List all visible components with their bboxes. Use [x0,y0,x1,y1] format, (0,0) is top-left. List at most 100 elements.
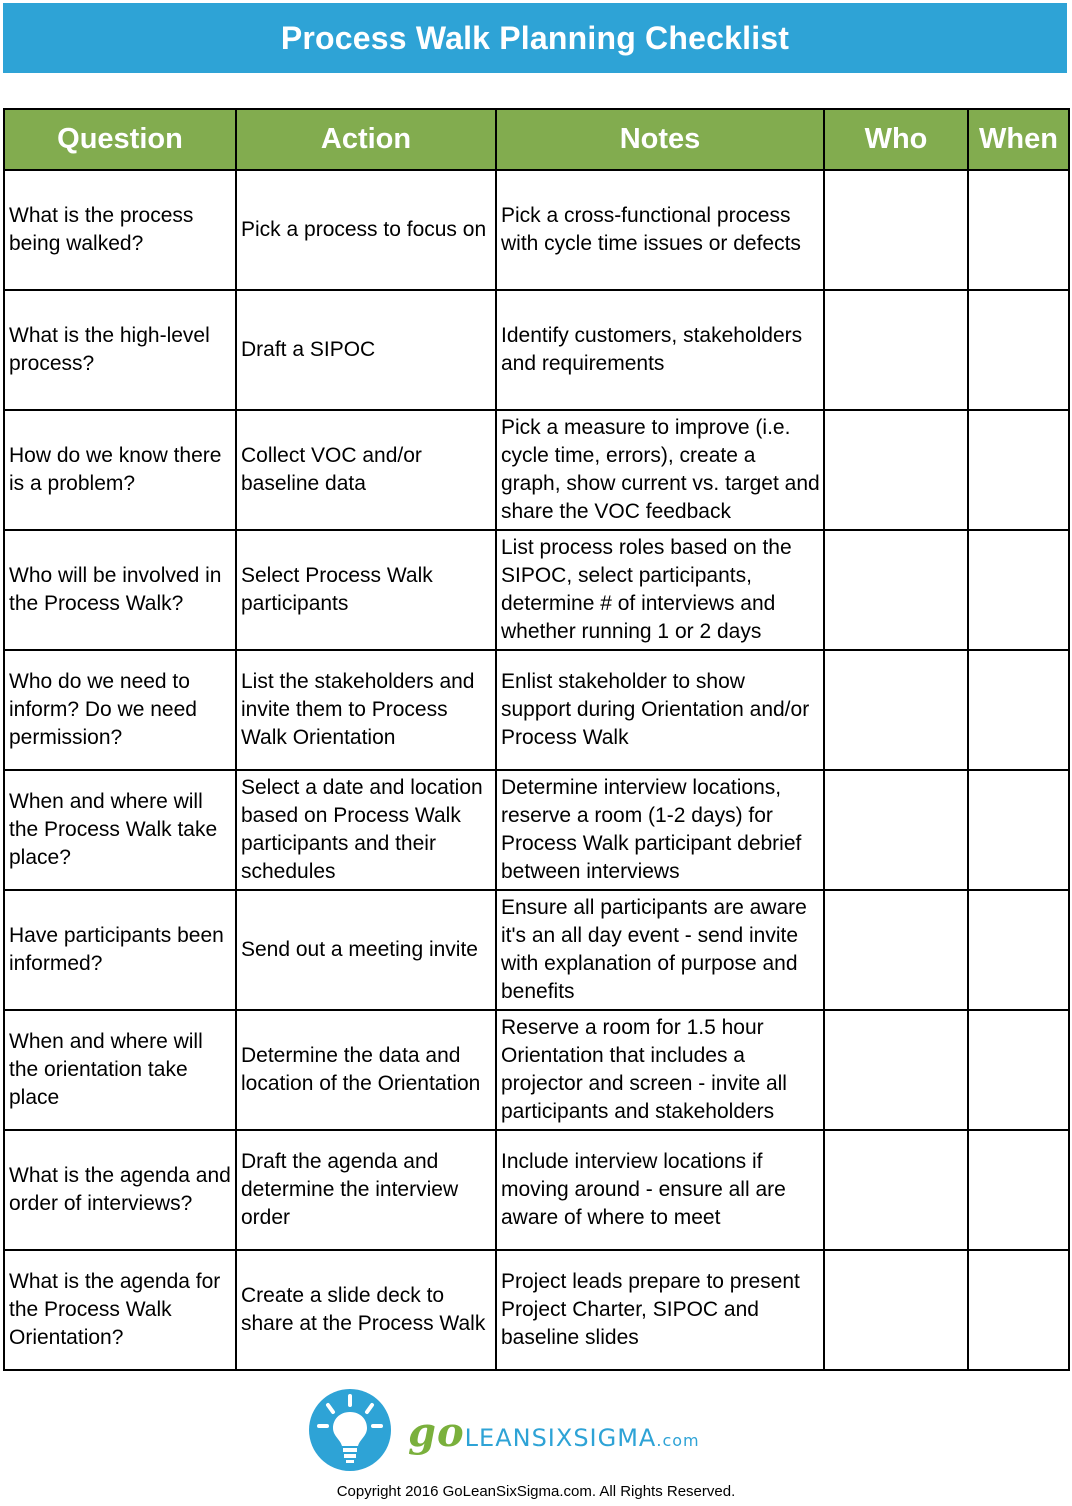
cell-question: What is the process being walked? [3,169,237,291]
question-text: What is the agenda for the Process Walk … [9,1270,221,1349]
table-row: Have participants been informed? Send out… [3,889,1070,1011]
table-row: When and where will the orientation take… [3,1009,1070,1131]
cell-who[interactable] [823,1129,969,1251]
action-text: Send out a meeting invite [241,938,478,961]
notes-text: Pick a measure to improve (i.e. cycle ti… [501,416,820,523]
action-text: Determine the data and location of the O… [241,1044,481,1095]
cell-action: Create a slide deck to share at the Proc… [235,1249,497,1371]
cell-when[interactable] [967,289,1070,411]
action-text: List the stakeholders and invite them to… [241,670,475,749]
table-row: What is the process being walked? Pick a … [3,169,1070,291]
cell-notes: Pick a measure to improve (i.e. cycle ti… [495,409,825,531]
cell-notes: Project leads prepare to present Project… [495,1249,825,1371]
cell-who[interactable] [823,169,969,291]
cell-action: Select Process Walk participants [235,529,497,651]
notes-text: Include interview locations if moving ar… [501,1150,786,1229]
cell-who[interactable] [823,649,969,771]
cell-action: Draft the agenda and determine the inter… [235,1129,497,1251]
header-question: Question [3,108,237,171]
cell-action: Pick a process to focus on [235,169,497,291]
question-text: What is the agenda and order of intervie… [9,1164,231,1215]
notes-text: Project leads prepare to present Project… [501,1270,800,1349]
cell-who[interactable] [823,529,969,651]
brand-wordmark: goLEANSIXSIGMA.com [408,1409,700,1456]
notes-text: Determine interview locations, reserve a… [501,776,802,883]
cell-notes: Determine interview locations, reserve a… [495,769,825,891]
notes-text: Enlist stakeholder to show support durin… [501,670,810,749]
cell-who[interactable] [823,289,969,411]
brand-name: LEANSIXSIGMA [464,1423,657,1452]
notes-text: Ensure all participants are aware it's a… [501,896,807,1003]
notes-text: Pick a cross-functional process with cyc… [501,204,801,255]
table-row: What is the high-level process? Draft a S… [3,289,1070,411]
cell-action: List the stakeholders and invite them to… [235,649,497,771]
table-row: What is the agenda for the Process Walk … [3,1249,1070,1371]
cell-who[interactable] [823,409,969,531]
question-text: Who do we need to inform? Do we need per… [9,670,197,749]
brand-tld: .com [656,1430,700,1450]
brand-logo: goLEANSIXSIGMA.com [308,1388,700,1472]
action-text: Collect VOC and/or baseline data [241,444,422,495]
cell-when[interactable] [967,889,1070,1011]
cell-when[interactable] [967,169,1070,291]
cell-notes: Enlist stakeholder to show support durin… [495,649,825,771]
action-text: Select Process Walk participants [241,564,433,615]
notes-text: Reserve a room for 1.5 hour Orientation … [501,1016,787,1123]
cell-question: What is the agenda and order of intervie… [3,1129,237,1251]
cell-when[interactable] [967,529,1070,651]
table-row: When and where will the Process Walk tak… [3,769,1070,891]
question-text: How do we know there is a problem? [9,444,222,495]
cell-notes: Identify customers, stakeholders and req… [495,289,825,411]
cell-question: When and where will the orientation take… [3,1009,237,1131]
cell-when[interactable] [967,1009,1070,1131]
cell-question: What is the agenda for the Process Walk … [3,1249,237,1371]
header-row: Question Action Notes Who When [3,108,1070,171]
cell-action: Collect VOC and/or baseline data [235,409,497,531]
cell-action: Draft a SIPOC [235,289,497,411]
cell-notes: List process roles based on the SIPOC, s… [495,529,825,651]
action-text: Draft a SIPOC [241,338,376,361]
cell-question: Who do we need to inform? Do we need per… [3,649,237,771]
cell-notes: Include interview locations if moving ar… [495,1129,825,1251]
cell-action: Determine the data and location of the O… [235,1009,497,1131]
brand-go: go [408,1408,465,1456]
cell-action: Send out a meeting invite [235,889,497,1011]
cell-question: How do we know there is a problem? [3,409,237,531]
header-who: Who [823,108,969,171]
cell-when[interactable] [967,1249,1070,1371]
table-row: How do we know there is a problem? Collec… [3,409,1070,531]
title-banner: Process Walk Planning Checklist [3,3,1067,73]
notes-text: List process roles based on the SIPOC, s… [501,536,792,643]
header-notes: Notes [495,108,825,171]
cell-when[interactable] [967,769,1070,891]
cell-question: Have participants been informed? [3,889,237,1011]
table-row: Who do we need to inform? Do we need per… [3,649,1070,771]
question-text: Have participants been informed? [9,924,224,975]
action-text: Draft the agenda and determine the inter… [241,1150,459,1229]
cell-who[interactable] [823,1249,969,1371]
cell-notes: Reserve a room for 1.5 hour Orientation … [495,1009,825,1131]
cell-notes: Ensure all participants are aware it's a… [495,889,825,1011]
lightbulb-icon [309,1389,391,1471]
copyright-text: Copyright 2016 GoLeanSixSigma.com. All R… [336,1483,736,1500]
page-title: Process Walk Planning Checklist [280,19,790,56]
question-text: When and where will the orientation take… [9,1030,203,1109]
cell-notes: Pick a cross-functional process with cyc… [495,169,825,291]
header-when: When [967,108,1070,171]
cell-who[interactable] [823,1009,969,1131]
notes-text: Identify customers, stakeholders and req… [501,324,803,375]
header-action: Action [235,108,497,171]
cell-who[interactable] [823,889,969,1011]
cell-question: When and where will the Process Walk tak… [3,769,237,891]
cell-when[interactable] [967,649,1070,771]
table-row: Who will be involved in the Process Walk… [3,529,1070,651]
cell-when[interactable] [967,409,1070,531]
question-text: When and where will the Process Walk tak… [9,790,218,869]
cell-question: What is the high-level process? [3,289,237,411]
question-text: What is the process being walked? [9,204,194,255]
cell-when[interactable] [967,1129,1070,1251]
cell-action: Select a date and location based on Proc… [235,769,497,891]
cell-who[interactable] [823,769,969,891]
cell-question: Who will be involved in the Process Walk… [3,529,237,651]
table-row: What is the agenda and order of intervie… [3,1129,1070,1251]
